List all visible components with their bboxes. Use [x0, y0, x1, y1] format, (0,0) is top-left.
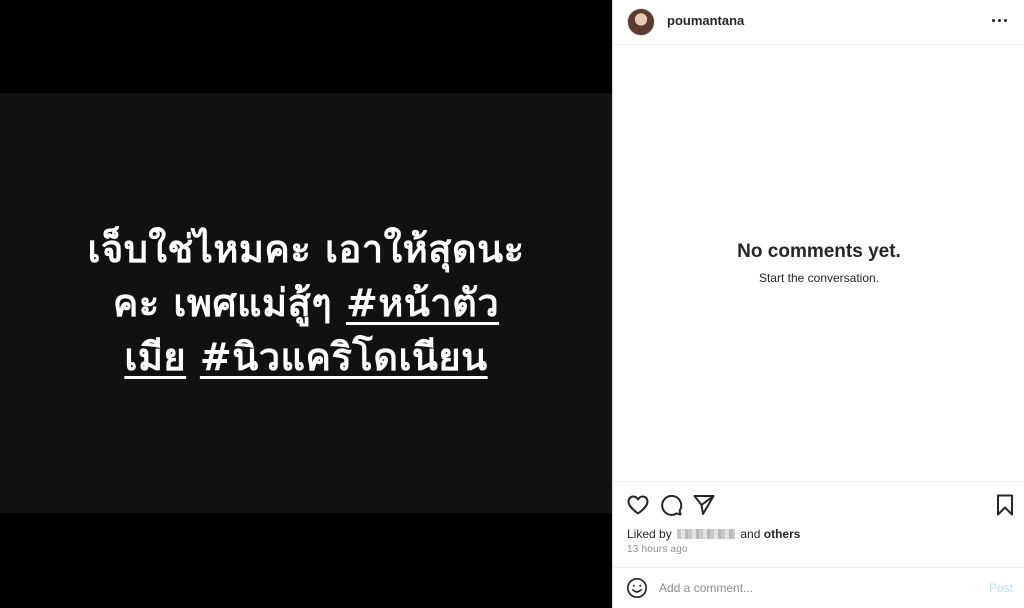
post-header: poumantana — [613, 0, 1024, 45]
comments-section: No comments yet. Start the conversation. — [613, 45, 1024, 481]
likes-others-link[interactable]: others — [764, 527, 801, 541]
heart-icon[interactable] — [626, 493, 650, 517]
comment-bubble-icon[interactable] — [659, 493, 683, 517]
post-side-panel: poumantana No comments yet. Start the co… — [612, 0, 1024, 608]
post-image-text: เจ็บใช่ไหมคะ เอาให้สุดนะ คะ เพศแม่สู้ๆ #… — [36, 222, 576, 384]
likes-conjunction: and — [740, 527, 761, 541]
image-hashtag-1: #หน้าตัว — [345, 281, 500, 325]
image-hashtag-1-continued: เมีย — [124, 335, 187, 379]
likes-summary: Liked by and others — [627, 527, 800, 541]
action-bar — [613, 481, 1024, 526]
paper-plane-icon[interactable] — [692, 493, 716, 517]
blurred-username[interactable] — [677, 529, 736, 539]
image-text-line-2: คะ เพศแม่สู้ๆ #หน้าตัว — [36, 276, 576, 330]
image-text-space — [186, 335, 200, 379]
post-comment-button[interactable]: Post — [989, 581, 1013, 595]
bookmark-icon[interactable] — [993, 493, 1017, 517]
empty-comments-subtitle: Start the conversation. — [758, 271, 880, 285]
post-image: เจ็บใช่ไหมคะ เอาให้สุดนะ คะ เพศแม่สู้ๆ #… — [0, 93, 612, 513]
smiley-icon[interactable] — [626, 577, 648, 599]
comment-composer: Post — [613, 567, 1024, 608]
image-hashtag-2: #นิวแคริโดเนียน — [199, 335, 488, 379]
empty-comments-title: No comments yet. — [737, 241, 901, 262]
image-text-line-1: เจ็บใช่ไหมคะ เอาให้สุดนะ — [87, 227, 525, 271]
comment-input[interactable] — [659, 577, 959, 599]
likes-prefix: Liked by — [627, 527, 676, 541]
image-text-line-2-text: คะ เพศแม่สู้ๆ — [112, 281, 346, 325]
post-timestamp[interactable]: 13 hours ago — [627, 544, 688, 555]
post-media: เจ็บใช่ไหมคะ เอาให้สุดนะ คะ เพศแม่สู้ๆ #… — [0, 0, 612, 608]
image-text-line-3: เมีย #นิวแคริโดเนียน — [36, 330, 576, 384]
more-options-icon[interactable] — [987, 10, 1011, 30]
username[interactable]: poumantana — [667, 13, 744, 28]
avatar[interactable] — [627, 8, 655, 36]
